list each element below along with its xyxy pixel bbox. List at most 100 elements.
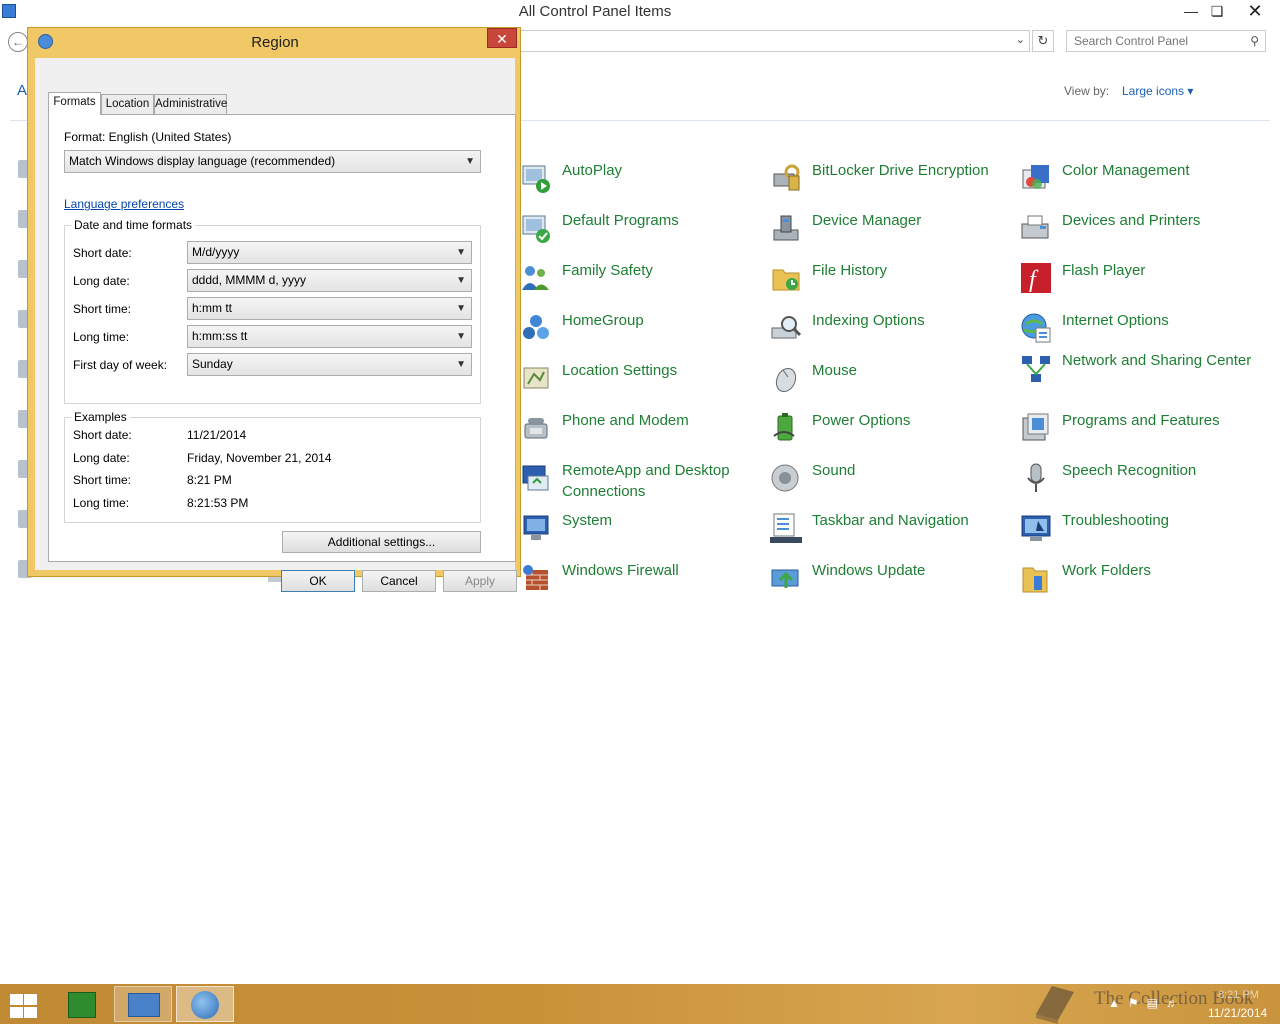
cp-item-remoteapp[interactable]: RemoteApp and Desktop Connections bbox=[520, 460, 760, 504]
cp-item-label: File History bbox=[812, 262, 888, 279]
example-long-date-value: Friday, November 21, 2014 bbox=[187, 451, 332, 465]
refresh-button[interactable]: ↻ bbox=[1032, 30, 1054, 52]
cp-item-network-sharing[interactable]: Network and Sharing Center bbox=[1020, 350, 1260, 394]
dialog-close-button[interactable]: ✕ bbox=[487, 28, 517, 48]
cp-item-homegroup[interactable]: HomeGroup bbox=[520, 310, 760, 354]
cp-item-label: Internet Options bbox=[1062, 312, 1169, 329]
long-date-select[interactable]: dddd, MMMM d, yyyy ▼ bbox=[187, 269, 472, 292]
taskbar-store-button[interactable] bbox=[52, 986, 110, 1022]
cp-item-bitlocker[interactable]: BitLocker Drive Encryption bbox=[770, 160, 1010, 204]
apply-button[interactable]: Apply bbox=[443, 570, 517, 592]
additional-settings-button[interactable]: Additional settings... bbox=[282, 531, 481, 553]
homegroup-icon bbox=[523, 315, 549, 339]
tab-formats[interactable]: Formats bbox=[48, 92, 101, 115]
cp-item-label: Work Folders bbox=[1062, 562, 1151, 579]
taskbar-control-panel-button[interactable] bbox=[114, 986, 172, 1022]
address-bar[interactable]: ⌄ bbox=[520, 30, 1030, 52]
control-panel-icon bbox=[128, 993, 160, 1017]
format-select[interactable]: Match Windows display language (recommen… bbox=[64, 150, 481, 173]
start-button[interactable] bbox=[8, 992, 38, 1018]
troubleshooting-icon bbox=[1021, 515, 1051, 541]
cp-item-label: BitLocker Drive Encryption bbox=[812, 162, 989, 179]
back-button[interactable]: ← bbox=[8, 32, 28, 52]
globe-icon bbox=[191, 991, 219, 1019]
chevron-down-icon: ▼ bbox=[456, 303, 466, 314]
cp-item-label: Flash Player bbox=[1062, 262, 1146, 279]
cp-item-file-history[interactable]: File History bbox=[770, 260, 1010, 304]
cp-item-work-folders[interactable]: Work Folders bbox=[1020, 560, 1260, 604]
first-day-select[interactable]: Sunday ▼ bbox=[187, 353, 472, 376]
region-dialog: Region ✕ Formats Location Administrative… bbox=[27, 27, 521, 592]
chevron-down-icon[interactable]: ⌄ bbox=[1016, 33, 1025, 46]
mouse-icon bbox=[775, 367, 797, 393]
cp-item-device-manager[interactable]: Device Manager bbox=[770, 210, 1010, 254]
cp-item-taskbar-navigation[interactable]: Taskbar and Navigation bbox=[770, 510, 1010, 554]
example-short-date-label: Short date: bbox=[73, 428, 132, 442]
search-input[interactable] bbox=[1067, 31, 1241, 51]
breadcrumb-letter: A bbox=[17, 82, 28, 99]
cp-item-label: Phone and Modem bbox=[562, 412, 689, 429]
cp-item-location-settings[interactable]: Location Settings bbox=[520, 360, 760, 404]
search-box[interactable]: ⚲ bbox=[1066, 30, 1266, 52]
chevron-down-icon: ▼ bbox=[456, 275, 466, 286]
long-time-label: Long time: bbox=[73, 330, 130, 344]
short-time-value: h:mm tt bbox=[192, 301, 233, 315]
dialog-title: Region bbox=[251, 34, 299, 51]
cp-item-mouse[interactable]: Mouse bbox=[770, 360, 1010, 404]
language-preferences-link[interactable]: Language preferences bbox=[64, 197, 184, 211]
cp-item-color-management[interactable]: Color Management bbox=[1020, 160, 1260, 204]
taskbar-region-button[interactable] bbox=[176, 986, 234, 1022]
view-by-dropdown[interactable]: Large icons ▾ bbox=[1122, 84, 1193, 98]
programs-features-icon bbox=[1022, 413, 1049, 441]
tab-location[interactable]: Location bbox=[101, 94, 154, 114]
cp-item-indexing-options[interactable]: Indexing Options bbox=[770, 310, 1010, 354]
short-date-value: M/d/yyyy bbox=[192, 245, 240, 259]
first-day-label: First day of week: bbox=[73, 358, 168, 372]
cp-item-sound[interactable]: Sound bbox=[770, 460, 1010, 504]
cp-item-programs-features[interactable]: Programs and Features bbox=[1020, 410, 1260, 454]
cp-item-troubleshooting[interactable]: Troubleshooting bbox=[1020, 510, 1260, 554]
devices-printers-icon bbox=[1021, 215, 1049, 239]
cp-item-power-options[interactable]: Power Options bbox=[770, 410, 1010, 454]
clock-date[interactable]: 11/21/2014 bbox=[1208, 1006, 1267, 1020]
cp-item-label: Programs and Features bbox=[1062, 412, 1220, 429]
format-select-value: Match Windows display language (recommen… bbox=[69, 154, 336, 168]
cp-item-label: AutoPlay bbox=[562, 162, 623, 179]
power-options-icon bbox=[773, 413, 795, 441]
cp-item-speech-recognition[interactable]: Speech Recognition bbox=[1020, 460, 1260, 504]
chevron-down-icon: ▼ bbox=[456, 331, 466, 342]
short-date-select[interactable]: M/d/yyyy ▼ bbox=[187, 241, 472, 264]
cp-item-family-safety[interactable]: Family Safety bbox=[520, 260, 760, 304]
system-tray[interactable]: ▲⚑▤♬ bbox=[1108, 996, 1186, 1010]
tab-administrative[interactable]: Administrative bbox=[154, 94, 227, 114]
cp-item-windows-update[interactable]: Windows Update bbox=[770, 560, 1010, 604]
maximize-button[interactable]: ❏ bbox=[1204, 0, 1230, 22]
cp-item-phone-modem[interactable]: Phone and Modem bbox=[520, 410, 760, 454]
cp-item-flash-player[interactable]: f Flash Player bbox=[1020, 260, 1260, 304]
cp-item-system[interactable]: System bbox=[520, 510, 760, 554]
chevron-down-icon: ▼ bbox=[456, 247, 466, 258]
windows-logo-icon bbox=[10, 1007, 23, 1018]
long-time-value: h:mm:ss tt bbox=[192, 329, 248, 343]
search-icon[interactable]: ⚲ bbox=[1250, 34, 1259, 48]
clock-time[interactable]: 8:21 PM bbox=[1218, 989, 1259, 1001]
short-time-select[interactable]: h:mm tt ▼ bbox=[187, 297, 472, 320]
internet-options-icon bbox=[1021, 313, 1051, 343]
cp-item-windows-firewall[interactable]: Windows Firewall bbox=[520, 560, 760, 604]
close-button[interactable]: ✕ bbox=[1232, 0, 1278, 22]
ok-button[interactable]: OK bbox=[281, 570, 355, 592]
cp-item-autoplay[interactable]: AutoPlay bbox=[520, 160, 760, 204]
cp-item-devices-printers[interactable]: Devices and Printers bbox=[1020, 210, 1260, 254]
cp-item-internet-options[interactable]: Internet Options bbox=[1020, 310, 1260, 354]
example-short-time-label: Short time: bbox=[73, 473, 132, 487]
color-management-icon bbox=[1022, 165, 1049, 189]
cancel-button[interactable]: Cancel bbox=[362, 570, 436, 592]
cp-item-default-programs[interactable]: Default Programs bbox=[520, 210, 760, 254]
minimize-button[interactable]: — bbox=[1178, 0, 1204, 22]
dialog-client-area: Formats Location Administrative Format: … bbox=[35, 58, 517, 592]
file-history-icon bbox=[772, 269, 800, 291]
cp-item-label: Sound bbox=[812, 462, 856, 479]
example-short-time-value: 8:21 PM bbox=[187, 473, 232, 487]
long-time-select[interactable]: h:mm:ss tt ▼ bbox=[187, 325, 472, 348]
first-day-value: Sunday bbox=[192, 357, 233, 371]
